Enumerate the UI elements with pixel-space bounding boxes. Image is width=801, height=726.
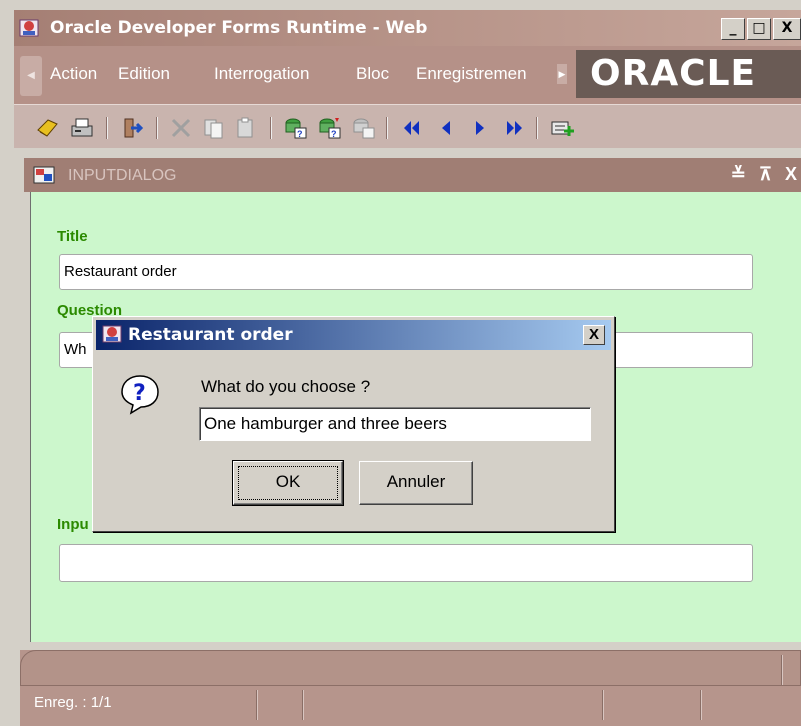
form-icon (33, 166, 55, 184)
cancel-button-label: Annuler (386, 472, 446, 491)
maximize-button[interactable]: □ (747, 18, 771, 40)
status-divider (256, 690, 258, 720)
window-titlebar: Oracle Developer Forms Runtime - Web _ □… (14, 10, 801, 46)
status-divider (781, 655, 783, 685)
input-dialog: Restaurant order X ? What do you choose … (92, 316, 615, 532)
question-icon: ? (121, 375, 159, 415)
dialog-app-icon (102, 325, 122, 343)
form-title: INPUTDIALOG (68, 167, 177, 184)
first-record-icon[interactable] (398, 115, 426, 141)
oracle-logo: ORACLE (576, 50, 801, 98)
execute-query-icon[interactable]: ? (316, 115, 344, 141)
message-line (20, 650, 801, 686)
toolbar-separator (270, 117, 272, 139)
app-icon (19, 19, 39, 37)
svg-text:?: ? (133, 381, 146, 406)
last-record-icon[interactable] (500, 115, 528, 141)
toolbar: ? ? (14, 104, 801, 148)
insert-record-icon[interactable] (548, 115, 576, 141)
menu-scroll-right-icon[interactable]: ▶ (557, 64, 567, 84)
dialog-titlebar: Restaurant order X (96, 320, 611, 350)
form-titlebar: INPUTDIALOG ≚ ⊼ X (24, 158, 801, 192)
menu-scroll-left-icon[interactable]: ◀ (20, 56, 42, 96)
toolbar-separator (106, 117, 108, 139)
input-field[interactable] (59, 544, 753, 582)
menu-action[interactable]: Action (50, 64, 97, 84)
toolbar-separator (386, 117, 388, 139)
enter-query-icon[interactable]: ? (282, 115, 310, 141)
form-window-controls[interactable]: ≚ ⊼ X (731, 164, 801, 185)
status-divider (302, 690, 304, 720)
menu-edition[interactable]: Edition (118, 64, 170, 84)
focus-ring (238, 466, 338, 500)
oracle-logo-text: ORACLE (590, 53, 757, 94)
menu-interrogation[interactable]: Interrogation (214, 64, 309, 84)
paste-icon[interactable] (232, 115, 260, 141)
copy-icon[interactable] (200, 115, 228, 141)
save-icon[interactable] (34, 115, 62, 141)
ok-button[interactable]: OK (232, 460, 344, 506)
toolbar-separator (536, 117, 538, 139)
previous-record-icon[interactable] (432, 115, 460, 141)
menu-bloc[interactable]: Bloc (356, 64, 389, 84)
title-label: Title (57, 228, 88, 245)
dialog-close-button[interactable]: X (583, 325, 605, 345)
status-divider (700, 690, 702, 720)
exit-icon[interactable] (118, 115, 146, 141)
print-icon[interactable] (68, 115, 96, 141)
title-field[interactable]: Restaurant order (59, 254, 753, 290)
next-record-icon[interactable] (466, 115, 494, 141)
cut-icon[interactable] (168, 115, 196, 141)
input-label: Inpu (57, 516, 89, 533)
cancel-query-icon[interactable] (350, 115, 378, 141)
svg-text:?: ? (297, 129, 303, 139)
cancel-button[interactable]: Annuler (359, 461, 473, 505)
window-title: Oracle Developer Forms Runtime - Web (50, 18, 428, 38)
dialog-answer-input[interactable]: One hamburger and three beers (199, 407, 591, 441)
dialog-title: Restaurant order (128, 325, 293, 345)
svg-text:?: ? (331, 129, 337, 139)
record-counter: Enreg. : 1/1 (34, 694, 112, 711)
menubar: ◀ Action Edition Interrogation Bloc Enre… (14, 46, 801, 104)
toolbar-separator (156, 117, 158, 139)
status-area: Enreg. : 1/1 (20, 650, 801, 726)
dialog-prompt: What do you choose ? (201, 377, 371, 396)
status-bar: Enreg. : 1/1 (20, 686, 801, 726)
close-button[interactable]: X (773, 18, 801, 40)
menu-enregistrement[interactable]: Enregistremen (416, 64, 527, 84)
minimize-button[interactable]: _ (721, 18, 745, 40)
status-divider (602, 690, 604, 720)
